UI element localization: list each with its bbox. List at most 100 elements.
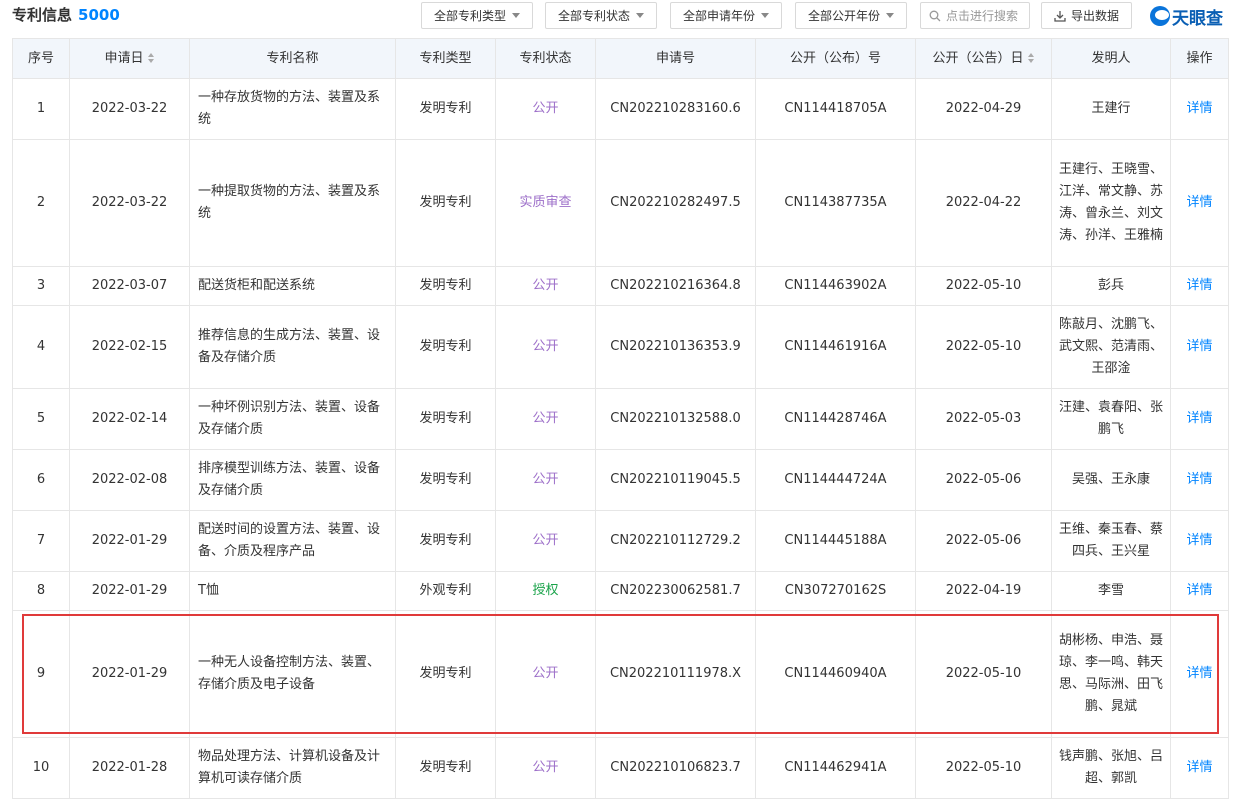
cell-patent-name: T恤 — [189, 571, 396, 611]
cell-patent-type: 发明专利 — [395, 266, 496, 306]
column-header-action: 操作 — [1170, 38, 1229, 79]
cell-pub-date: 2022-05-10 — [915, 737, 1052, 799]
sort-icon[interactable] — [1027, 53, 1035, 63]
cell-index: 4 — [12, 305, 70, 389]
cell-index: 9 — [12, 610, 70, 738]
brand-logo-text: 天眼查 — [1172, 8, 1223, 29]
column-header-pub-no: 公开（公布）号 — [755, 38, 916, 79]
cell-patent-status: 公开 — [495, 610, 596, 738]
export-button[interactable]: 导出数据 — [1041, 2, 1132, 29]
cell-pub-date: 2022-05-10 — [915, 305, 1052, 389]
cell-patent-type: 发明专利 — [395, 449, 496, 511]
cell-inventors: 胡彬杨、申浩、聂琼、李一鸣、韩天思、马际洲、田飞鹏、晁斌 — [1051, 610, 1171, 738]
cell-apply-date: 2022-02-08 — [69, 449, 190, 511]
cell-patent-status: 实质审查 — [495, 139, 596, 267]
cell-pub-no: CN114418705A — [755, 78, 916, 140]
cell-inventors: 钱声鹏、张旭、吕超、郭凯 — [1051, 737, 1171, 799]
cell-patent-status: 公开 — [495, 449, 596, 511]
cell-inventors: 王建行、王晓雪、江洋、常文静、苏涛、曾永兰、刘文涛、孙洋、王雅楠 — [1051, 139, 1171, 267]
detail-link[interactable]: 详情 — [1170, 266, 1229, 306]
detail-link[interactable]: 详情 — [1170, 449, 1229, 511]
cell-index: 6 — [12, 449, 70, 511]
table-row: 3 2022-03-07 配送货柜和配送系统 发明专利 公开 CN2022102… — [12, 266, 1229, 306]
cell-index: 10 — [12, 737, 70, 799]
table-row: 7 2022-01-29 配送时间的设置方法、装置、设备、介质及程序产品 发明专… — [12, 510, 1229, 572]
brand-logo: 天眼查 — [1150, 3, 1223, 29]
table-row: 5 2022-02-14 一种坏例识别方法、装置、设备及存储介质 发明专利 公开… — [12, 388, 1229, 450]
detail-link[interactable]: 详情 — [1170, 510, 1229, 572]
chevron-down-icon — [512, 13, 520, 18]
chevron-down-icon — [636, 13, 644, 18]
table-row: 1 2022-03-22 一种存放货物的方法、装置及系统 发明专利 公开 CN2… — [12, 78, 1229, 140]
publish-year-filter[interactable]: 全部公开年份 — [795, 2, 907, 29]
column-header-name: 专利名称 — [189, 38, 396, 79]
cell-apply-no: CN202210136353.9 — [595, 305, 756, 389]
cell-index: 7 — [12, 510, 70, 572]
column-header-apply-date[interactable]: 申请日 — [69, 38, 190, 79]
column-header-apply-date-label: 申请日 — [104, 50, 144, 66]
cell-pub-no: CN114461916A — [755, 305, 916, 389]
cell-apply-date: 2022-02-14 — [69, 388, 190, 450]
cell-apply-date: 2022-01-29 — [69, 571, 190, 611]
cell-inventors: 陈敲月、沈鹏飞、武文熙、范清雨、王邵淦 — [1051, 305, 1171, 389]
cell-pub-date: 2022-05-03 — [915, 388, 1052, 450]
cell-inventors: 王维、秦玉春、蔡四兵、王兴星 — [1051, 510, 1171, 572]
download-icon — [1054, 10, 1066, 22]
cell-pub-no: CN114428746A — [755, 388, 916, 450]
cell-patent-name: 推荐信息的生成方法、装置、设备及存储介质 — [189, 305, 396, 389]
cell-inventors: 王建行 — [1051, 78, 1171, 140]
cell-patent-type: 发明专利 — [395, 510, 496, 572]
cell-apply-no: CN202230062581.7 — [595, 571, 756, 611]
table-row: 4 2022-02-15 推荐信息的生成方法、装置、设备及存储介质 发明专利 公… — [12, 305, 1229, 389]
cell-apply-no: CN202210283160.6 — [595, 78, 756, 140]
chevron-down-icon — [886, 13, 894, 18]
cell-index: 3 — [12, 266, 70, 306]
search-input[interactable]: 点击进行搜索 — [920, 2, 1030, 29]
detail-link[interactable]: 详情 — [1170, 737, 1229, 799]
patent-status-filter[interactable]: 全部专利状态 — [545, 2, 657, 29]
patent-table: 序号 申请日 专利名称 专利类型 专利状态 申请号 公开（公布）号 公开（公告）… — [12, 38, 1229, 799]
sort-icon[interactable] — [147, 53, 155, 63]
cell-patent-name: 排序模型训练方法、装置、设备及存储介质 — [189, 449, 396, 511]
cell-index: 2 — [12, 139, 70, 267]
detail-link[interactable]: 详情 — [1170, 139, 1229, 267]
cell-apply-date: 2022-03-22 — [69, 78, 190, 140]
cell-pub-no: CN114444724A — [755, 449, 916, 511]
cell-patent-type: 发明专利 — [395, 610, 496, 738]
chevron-down-icon — [761, 13, 769, 18]
detail-link[interactable]: 详情 — [1170, 305, 1229, 389]
table-header-row: 序号 申请日 专利名称 专利类型 专利状态 申请号 公开（公布）号 公开（公告）… — [12, 38, 1229, 79]
detail-link[interactable]: 详情 — [1170, 78, 1229, 140]
cell-patent-status: 公开 — [495, 510, 596, 572]
apply-year-filter[interactable]: 全部申请年份 — [670, 2, 782, 29]
table-row: 6 2022-02-08 排序模型训练方法、装置、设备及存储介质 发明专利 公开… — [12, 449, 1229, 511]
cell-apply-date: 2022-03-07 — [69, 266, 190, 306]
cell-patent-type: 外观专利 — [395, 571, 496, 611]
column-header-pub-date[interactable]: 公开（公告）日 — [915, 38, 1052, 79]
cell-apply-no: CN202210282497.5 — [595, 139, 756, 267]
column-header-apply-no: 申请号 — [595, 38, 756, 79]
cell-patent-type: 发明专利 — [395, 305, 496, 389]
result-count: 5000 — [78, 6, 120, 24]
column-header-status: 专利状态 — [495, 38, 596, 79]
cell-patent-type: 发明专利 — [395, 139, 496, 267]
cell-pub-no: CN114460940A — [755, 610, 916, 738]
column-header-pub-date-label: 公开（公告）日 — [932, 50, 1024, 66]
table-row: 2 2022-03-22 一种提取货物的方法、装置及系统 发明专利 实质审查 C… — [12, 139, 1229, 267]
cell-apply-no: CN202210119045.5 — [595, 449, 756, 511]
cell-patent-type: 发明专利 — [395, 388, 496, 450]
detail-link[interactable]: 详情 — [1170, 571, 1229, 611]
cell-patent-status: 公开 — [495, 78, 596, 140]
patent-type-filter[interactable]: 全部专利类型 — [421, 2, 533, 29]
page-title-text: 专利信息 — [12, 6, 73, 24]
publish-year-filter-label: 全部公开年份 — [807, 9, 880, 23]
cell-pub-no: CN114445188A — [755, 510, 916, 572]
detail-link[interactable]: 详情 — [1170, 610, 1229, 738]
cell-apply-no: CN202210112729.2 — [595, 510, 756, 572]
table-row: 9 2022-01-29 一种无人设备控制方法、装置、存储介质及电子设备 发明专… — [12, 610, 1229, 738]
cell-apply-date: 2022-01-29 — [69, 510, 190, 572]
detail-link[interactable]: 详情 — [1170, 388, 1229, 450]
export-button-label: 导出数据 — [1070, 9, 1119, 23]
table-row: 8 2022-01-29 T恤 外观专利 授权 CN202230062581.7… — [12, 571, 1229, 611]
cell-index: 5 — [12, 388, 70, 450]
